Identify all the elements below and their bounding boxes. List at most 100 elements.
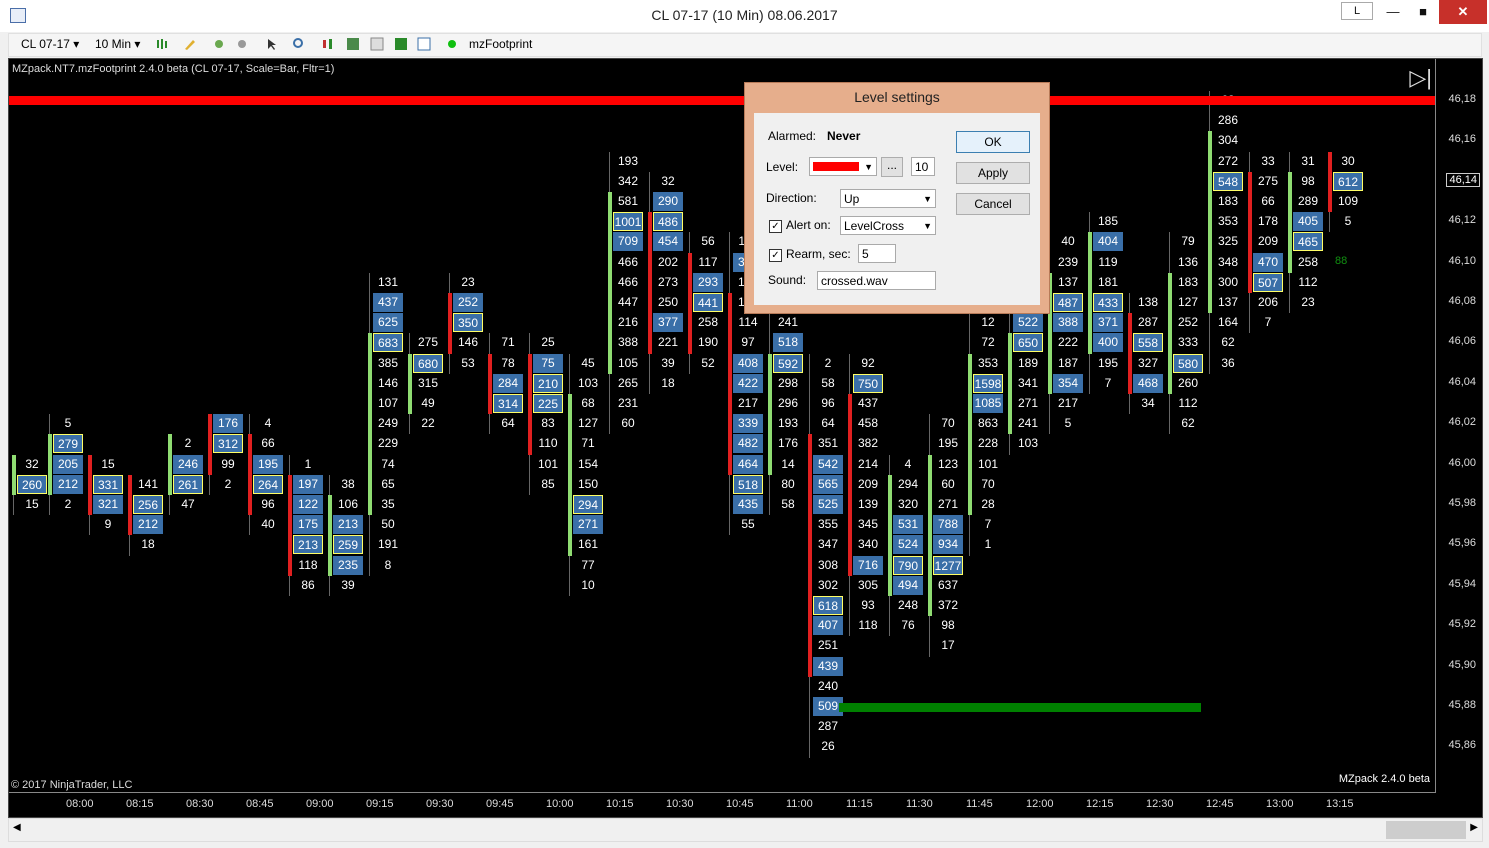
volume-cell: 350: [453, 313, 483, 333]
volume-cell: 60: [941, 476, 955, 491]
time-tick-label: 10:00: [546, 798, 574, 810]
template-icon[interactable]: [417, 37, 431, 51]
volume-cell: 325: [1217, 234, 1239, 249]
alarmed-label: Alarmed:: [768, 129, 817, 143]
volume-cell: 331: [93, 474, 123, 494]
volume-cell: 466: [617, 254, 639, 269]
apply-button[interactable]: Apply: [956, 162, 1030, 184]
volume-cell: 458: [857, 416, 879, 431]
volume-cell: 138: [1137, 295, 1159, 309]
bar-body-up: [48, 434, 52, 495]
volume-cell: 39: [661, 355, 675, 370]
scroll-to-end-icon[interactable]: ▷|: [1409, 65, 1432, 91]
volume-cell: 139: [857, 497, 879, 511]
dialog-body: Alarmed: Never Level: ▼ ... 10 Direction…: [754, 113, 1040, 305]
volume-cell: 637: [937, 577, 959, 592]
minimize-button[interactable]: —: [1378, 0, 1408, 24]
volume-cell: 164: [1217, 315, 1239, 330]
level-color-select[interactable]: ▼: [809, 157, 877, 176]
volume-cell: 339: [733, 414, 763, 434]
price-axis[interactable]: 46,18 46,16 46,14 46,12 46,10 46,08 46,06 46,04…: [1435, 59, 1482, 793]
scroll-right-icon[interactable]: ▶: [1470, 822, 1478, 833]
time-axis[interactable]: 08:00 08:15 08:30 08:45 09:00 09:15 09:30 09:45…: [9, 792, 1436, 817]
ok-button[interactable]: OK: [956, 131, 1030, 153]
rearm-checkbox[interactable]: ✓: [769, 249, 782, 262]
volume-cell: 52: [701, 355, 715, 370]
support-level-line[interactable]: [839, 703, 1201, 712]
bar-body-up: [768, 353, 772, 475]
link-button[interactable]: L: [1341, 2, 1373, 20]
volume-cell: 468: [1133, 373, 1163, 393]
volume-cell: 161: [577, 537, 599, 552]
volume-cell: 176: [213, 414, 243, 434]
bar-body-down: [1248, 171, 1252, 293]
volume-cell: 404: [1093, 232, 1123, 252]
rearm-input[interactable]: 5: [858, 244, 896, 263]
volume-cell: 131: [377, 274, 399, 289]
bar-spacing-icon[interactable]: [321, 37, 335, 51]
volume-cell: 7: [1264, 315, 1272, 330]
direction-select[interactable]: Up ▼: [840, 189, 936, 208]
volume-cell: 34: [1141, 396, 1155, 410]
volume-cell: 260: [1177, 375, 1199, 390]
volume-cell: 482: [733, 434, 763, 454]
volume-cell: 716: [853, 555, 883, 575]
volume-cell: 212: [133, 515, 163, 535]
volume-cell: 345: [857, 517, 879, 532]
bar-body-down: [688, 252, 692, 354]
volume-cell: 35: [381, 497, 395, 511]
horizontal-scrollbar[interactable]: ◀ ▶: [8, 818, 1483, 842]
time-tick-label: 09:00: [306, 798, 334, 810]
volume-cell: 251: [817, 638, 839, 653]
close-button[interactable]: ✕: [1439, 0, 1487, 24]
volume-cell: 293: [693, 272, 723, 292]
volume-cell: 99: [221, 456, 235, 471]
volume-cell: 55: [741, 517, 755, 532]
volume-cell: 494: [893, 575, 923, 595]
scrollbar-thumb[interactable]: [1386, 821, 1466, 839]
volume-cell: 788: [933, 515, 963, 535]
volume-cell: 400: [1093, 333, 1123, 353]
level-width-input[interactable]: 10: [911, 157, 935, 176]
volume-cell: 213: [293, 535, 323, 555]
time-tick-label: 12:00: [1026, 798, 1054, 810]
volume-cell: 114: [738, 315, 758, 330]
level-browse-button[interactable]: ...: [881, 157, 903, 177]
pencil-draw-icon[interactable]: [183, 37, 197, 51]
add-indicator-icon[interactable]: [212, 37, 226, 51]
zoom-icon[interactable]: [292, 37, 306, 51]
candlestick-style-icon[interactable]: [155, 37, 169, 51]
alert-on-select[interactable]: LevelCross ▼: [840, 216, 936, 235]
volume-cell: 287: [1137, 315, 1159, 330]
indicator-name[interactable]: mzFootprint: [469, 37, 532, 51]
price-tick-label: 45,88: [1448, 699, 1476, 711]
volume-cell: 709: [613, 232, 643, 252]
volume-cell: 10: [581, 577, 595, 592]
volume-cell: 214: [857, 456, 879, 471]
cursor-pointer-icon[interactable]: [265, 37, 279, 51]
volume-cell: 235: [333, 555, 363, 575]
volume-cell: 12: [981, 315, 995, 330]
volume-cell: 341: [1017, 375, 1039, 390]
volume-cell: 437: [857, 396, 879, 410]
volume-cell: 15: [101, 456, 115, 471]
dollar-icon[interactable]: [394, 37, 408, 51]
maximize-button[interactable]: ■: [1408, 0, 1438, 24]
volume-cell: 40: [1061, 234, 1075, 249]
volume-cell: 175: [293, 515, 323, 535]
time-tick-label: 08:30: [186, 798, 214, 810]
strategy-icon[interactable]: [235, 37, 249, 51]
chart-properties-icon[interactable]: [370, 37, 384, 51]
volume-cell: 17: [941, 638, 955, 653]
scroll-left-icon[interactable]: ◀: [13, 822, 21, 833]
interval-selector[interactable]: 10 Min ▾: [95, 37, 140, 51]
alert-on-checkbox[interactable]: ✓: [769, 220, 782, 233]
volume-cell: 75: [533, 353, 563, 373]
volume-cell: 229: [377, 436, 399, 451]
data-box-icon[interactable]: [346, 37, 360, 51]
sound-input[interactable]: crossed.wav: [817, 271, 936, 290]
resistance-level-line[interactable]: [9, 96, 1436, 105]
volume-cell: 127: [1177, 295, 1199, 309]
cancel-button[interactable]: Cancel: [956, 193, 1030, 215]
instrument-selector[interactable]: CL 07-17 ▾: [21, 37, 79, 51]
